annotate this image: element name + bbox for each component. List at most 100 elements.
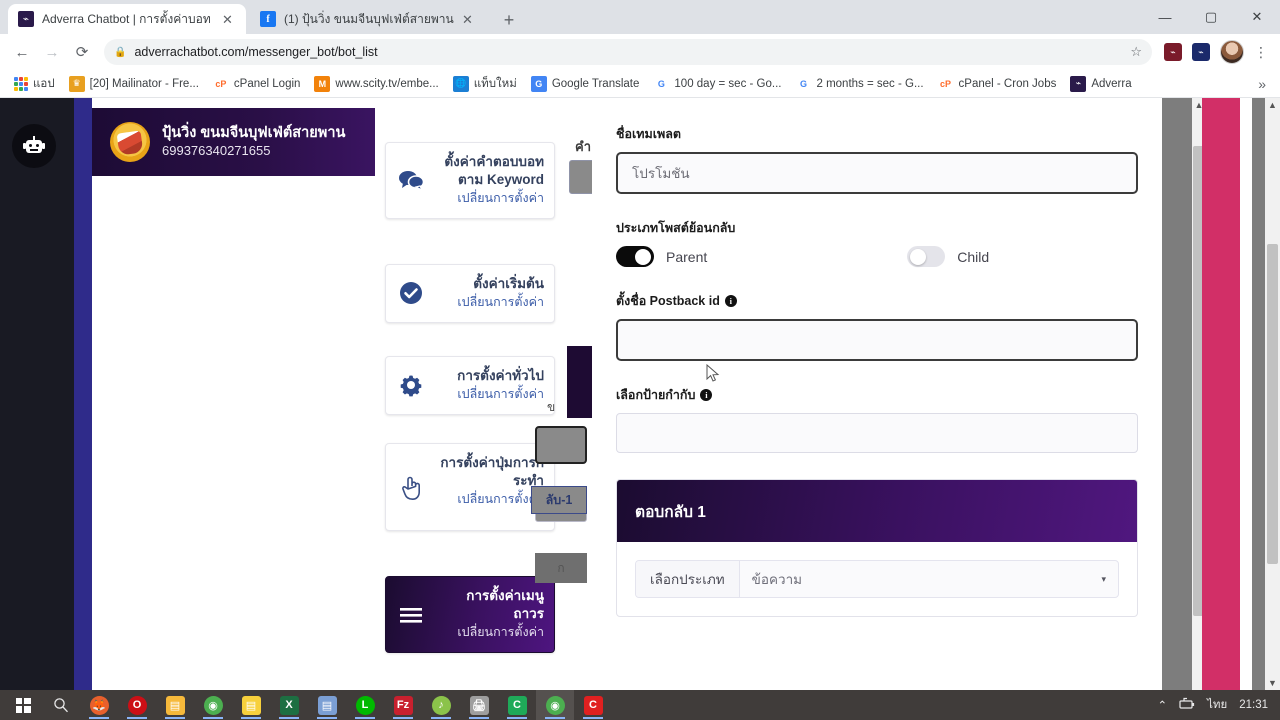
- bookmarks-overflow-icon[interactable]: »: [1258, 76, 1272, 92]
- chevron-down-icon[interactable]: ▾: [436, 509, 544, 520]
- google-icon: G: [795, 75, 812, 92]
- taskbar-search-button[interactable]: [42, 690, 80, 720]
- taskbar-app-file-explorer[interactable]: ▤: [156, 690, 194, 720]
- new-tab-button[interactable]: +: [496, 7, 522, 33]
- profile-avatar[interactable]: [1220, 40, 1244, 64]
- tag-select-input[interactable]: [616, 413, 1138, 453]
- taskbar-app-excel[interactable]: X: [270, 690, 308, 720]
- bookmark-cpanel-login[interactable]: cP cPanel Login: [207, 74, 307, 94]
- backdrop-ghost-button[interactable]: ก: [535, 553, 587, 583]
- tray-chevron-icon[interactable]: ⌃: [1157, 698, 1167, 712]
- settings-card-default[interactable]: ตั้งค่าเริ่มต้น เปลี่ยนการตั้งค่า: [385, 264, 555, 323]
- language-indicator[interactable]: ไทย: [1207, 696, 1227, 714]
- settings-card-action[interactable]: เปลี่ยนการตั้งค่า: [436, 293, 544, 312]
- taskbar-app-camtasia[interactable]: C: [498, 690, 536, 720]
- browser-tab-facebook[interactable]: f (1) ปุ้นวิ่ง ขนมจีนบุฟเฟ่ต์สายพาน - หน…: [250, 4, 486, 34]
- toggle-parent-label: Parent: [666, 248, 708, 265]
- bookmark-cpanel-cron[interactable]: cP cPanel - Cron Jobs: [932, 74, 1063, 94]
- network-icon[interactable]: [1179, 697, 1195, 713]
- close-icon[interactable]: ✕: [462, 13, 476, 26]
- bookmark-label: Google Translate: [551, 77, 640, 90]
- bookmark-adverra[interactable]: ⌁ Adverra: [1064, 74, 1137, 94]
- toggle-child-label: Child: [957, 248, 990, 265]
- taskbar-app-printer[interactable]: 🖨: [460, 690, 498, 720]
- toggle-parent-group[interactable]: Parent: [616, 246, 707, 267]
- start-button[interactable]: [4, 690, 42, 720]
- minimize-icon[interactable]: —: [1142, 0, 1188, 34]
- settings-card-action[interactable]: เปลี่ยนการตั้งค่า: [436, 490, 544, 509]
- reload-icon[interactable]: ⟳: [68, 38, 96, 66]
- address-bar[interactable]: 🔒 adverrachatbot.com/messenger_bot/bot_l…: [104, 39, 1152, 65]
- settings-card-action[interactable]: เปลี่ยนการตั้งค่า: [436, 189, 544, 208]
- bookmark-new-tab[interactable]: 🌐 แท็บใหม่: [447, 73, 523, 95]
- forward-icon[interactable]: →: [38, 38, 66, 66]
- taskbar-app-filezilla[interactable]: Fz: [384, 690, 422, 720]
- taskbar-app-book[interactable]: ▤: [308, 690, 346, 720]
- backdrop-label: คำ: [575, 139, 591, 154]
- bookmark-google-translate[interactable]: G Google Translate: [525, 74, 646, 94]
- clock[interactable]: 21:31: [1239, 699, 1268, 711]
- scroll-down-icon[interactable]: ▼: [1265, 678, 1280, 688]
- bookmark-apps[interactable]: แอป: [8, 73, 61, 95]
- toggle-child[interactable]: [907, 246, 946, 267]
- settings-card-keyword[interactable]: ตั้งค่าคำตอบบอทตาม Keyword เปลี่ยนการตั้…: [385, 142, 555, 220]
- template-name-input[interactable]: โปรโมชัน: [616, 152, 1138, 194]
- settings-card-action-buttons[interactable]: การตั้งค่าปุ่มการกระทำ เปลี่ยนการตั้งค่า…: [385, 443, 555, 532]
- bookmark-label: แท็บใหม่: [473, 77, 517, 90]
- toggle-child-group[interactable]: Child: [907, 246, 989, 267]
- taskbar-app-notepad[interactable]: ▤: [232, 690, 270, 720]
- backdrop-input[interactable]: [535, 426, 587, 464]
- settings-card-action[interactable]: เปลี่ยนการตั้งค่า: [436, 623, 544, 642]
- postback-type-toggles: Parent Child: [616, 246, 1138, 267]
- globe-icon: 🌐: [452, 75, 469, 92]
- settings-card-persistent-menu[interactable]: การตั้งค่าเมนูถาวร เปลี่ยนการตั้งค่า: [385, 576, 555, 654]
- page-scrollbar[interactable]: ▲ ▼: [1265, 98, 1280, 690]
- hamburger-icon: [394, 604, 428, 626]
- info-icon[interactable]: i: [700, 389, 713, 401]
- taskbar: 🦊 O ▤ ◉ ▤ X ▤ L Fz ♪ 🖨 C ◉ C ⌃ ไทย 21:31: [0, 690, 1280, 720]
- bookmark-mailinator[interactable]: ♛ [20] Mailinator - Fre...: [63, 74, 205, 94]
- page-scrollbar-thumb[interactable]: [1267, 244, 1278, 564]
- info-icon[interactable]: i: [724, 295, 737, 307]
- bookmark-2months[interactable]: G 2 months = sec - G...: [789, 74, 929, 94]
- close-window-icon[interactable]: ✕: [1234, 0, 1280, 34]
- scroll-up-icon[interactable]: ▲: [1265, 100, 1280, 110]
- postback-id-input[interactable]: [616, 319, 1138, 361]
- bookmark-star-icon[interactable]: ☆: [1130, 44, 1142, 60]
- gear-icon: [394, 372, 428, 398]
- chevron-down-icon: ▾: [1101, 573, 1106, 584]
- tag-select-label-text: เลือกป้ายกำกับ: [616, 388, 696, 402]
- taskbar-app-camtasia-recorder[interactable]: C: [574, 690, 612, 720]
- taskbar-app-line[interactable]: L: [346, 690, 384, 720]
- browser-menu-icon[interactable]: ⋮: [1250, 45, 1272, 59]
- postback-type-label: ประเภทโพสต์ย้อนกลับ: [616, 221, 736, 235]
- taskbar-app-chrome-active[interactable]: ◉: [536, 690, 574, 720]
- reply-type-select[interactable]: เลือกประเภท ข้อความ ▾: [635, 560, 1119, 598]
- bookmark-label: 100 day = sec - Go...: [674, 77, 782, 90]
- backdrop-tab-chip[interactable]: ลับ-1: [531, 486, 587, 514]
- adverra-icon: ⌁: [18, 11, 34, 27]
- taskbar-app-chrome[interactable]: ◉: [194, 690, 232, 720]
- right-pink-panel: [1202, 98, 1240, 690]
- settings-card-action[interactable]: เปลี่ยนการตั้งค่า: [436, 385, 544, 404]
- taskbar-app-media-player[interactable]: ♪: [422, 690, 460, 720]
- back-icon[interactable]: ←: [8, 38, 36, 66]
- tag-select-label: เลือกป้ายกำกับ i: [616, 385, 1138, 405]
- settings-card-general[interactable]: การตั้งค่าทั่วไป เปลี่ยนการตั้งค่า: [385, 356, 555, 415]
- browser-tab-active[interactable]: ⌁ Adverra Chatbot | การตั้งค่าบอท ✕: [8, 4, 246, 34]
- robot-icon[interactable]: [12, 124, 56, 168]
- bookmark-label: Adverra: [1091, 77, 1132, 90]
- check-circle-icon: [394, 280, 428, 306]
- extension-icon-adverra-b[interactable]: ⌁: [1192, 43, 1210, 61]
- reply-type-value[interactable]: ข้อความ ▾: [740, 561, 1118, 597]
- toggle-parent[interactable]: [616, 246, 654, 267]
- taskbar-app-opera[interactable]: O: [118, 690, 156, 720]
- bookmark-scity[interactable]: M www.scity.tv/embe...: [308, 74, 444, 94]
- close-icon[interactable]: ✕: [222, 13, 236, 26]
- taskbar-app-firefox[interactable]: 🦊: [80, 690, 118, 720]
- adverra-icon: ⌁: [1070, 75, 1087, 92]
- bookmark-100day[interactable]: G 100 day = sec - Go...: [647, 74, 787, 94]
- extension-icon-adverra-a[interactable]: ⌁: [1164, 43, 1182, 61]
- bot-profile-card[interactable]: ปุ้นวิ่ง ขนมจีนบุฟเฟ่ต์สายพาน 6993763402…: [92, 108, 375, 176]
- maximize-icon[interactable]: ▢: [1188, 0, 1234, 34]
